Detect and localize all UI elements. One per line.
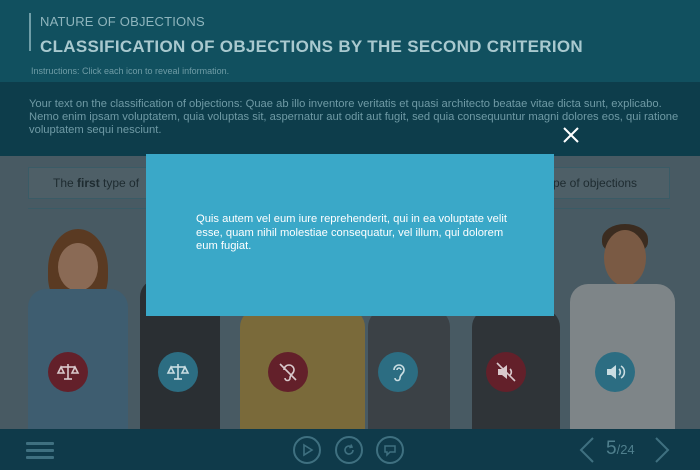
info-popup: Quis autem vel eum iure reprehenderit, q… bbox=[146, 154, 554, 316]
speaker-muted-icon-button[interactable] bbox=[486, 352, 526, 392]
speech-bubble-icon bbox=[384, 445, 396, 457]
header-accent-rule bbox=[29, 13, 31, 51]
second-type-label: ype of objections bbox=[547, 176, 638, 190]
scales-icon-button-1[interactable] bbox=[48, 352, 88, 392]
menu-icon[interactable] bbox=[26, 440, 54, 460]
previous-arrow-icon[interactable] bbox=[576, 435, 598, 465]
slide-header: NATURE OF OBJECTIONS CLASSIFICATION OF O… bbox=[0, 0, 700, 82]
page-current: 5 bbox=[606, 438, 617, 459]
scales-icon bbox=[56, 364, 80, 380]
next-arrow-icon[interactable] bbox=[651, 435, 673, 465]
replay-button[interactable] bbox=[335, 436, 363, 464]
replay-icon bbox=[344, 444, 354, 455]
intro-panel: Your text on the classification of objec… bbox=[0, 82, 700, 156]
page-counter: 5/24 bbox=[606, 438, 635, 460]
ear-icon-button[interactable] bbox=[378, 352, 418, 392]
person-1 bbox=[18, 229, 138, 429]
scales-icon-button-2[interactable] bbox=[158, 352, 198, 392]
first-type-suffix: type of bbox=[99, 176, 140, 190]
person-6 bbox=[560, 224, 685, 429]
speaker-muted-icon bbox=[496, 362, 516, 382]
ear-icon bbox=[393, 364, 405, 382]
first-type-bold: first bbox=[77, 176, 100, 190]
play-button[interactable] bbox=[293, 436, 321, 464]
popup-text: Quis autem vel eum iure reprehenderit, q… bbox=[196, 213, 507, 253]
course-title: NATURE OF OBJECTIONS bbox=[40, 14, 205, 29]
comment-button[interactable] bbox=[376, 436, 404, 464]
intro-text: Your text on the classification of objec… bbox=[29, 98, 679, 137]
close-icon[interactable] bbox=[560, 124, 582, 146]
play-icon bbox=[303, 443, 314, 457]
ear-muted-icon bbox=[279, 363, 297, 382]
ear-muted-icon-button[interactable] bbox=[268, 352, 308, 392]
instructions-text: Instructions: Click each icon to reveal … bbox=[31, 66, 230, 76]
page-total: /24 bbox=[616, 442, 635, 457]
slide-title: CLASSIFICATION OF OBJECTIONS BY THE SECO… bbox=[40, 37, 583, 56]
speaker-icon-button[interactable] bbox=[595, 352, 635, 392]
first-type-prefix: The bbox=[53, 176, 78, 190]
speaker-icon bbox=[607, 365, 626, 379]
bottom-toolbar: 5/24 bbox=[0, 429, 700, 470]
scales-icon bbox=[166, 364, 190, 380]
